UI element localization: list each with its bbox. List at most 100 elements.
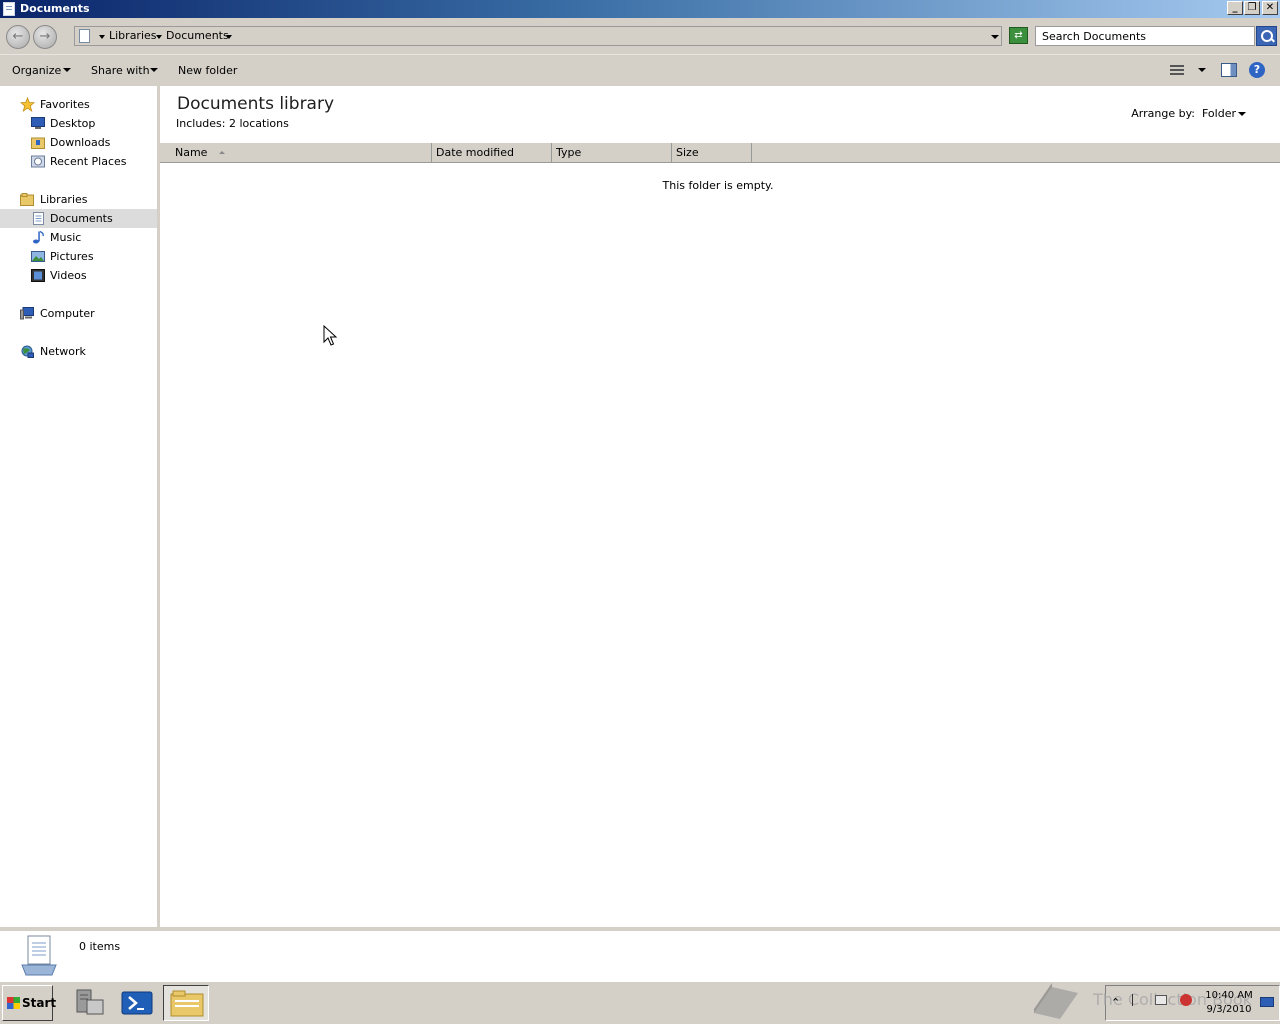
title-bar[interactable]: Documents _ ❐ ✕: [0, 0, 1280, 18]
nav-desktop[interactable]: Desktop: [0, 114, 157, 133]
chevron-down-icon[interactable]: [150, 68, 158, 72]
chevron-down-icon[interactable]: [226, 35, 232, 39]
network-icon: [21, 345, 34, 358]
documents-icon: [33, 212, 44, 225]
column-header-date-modified[interactable]: Date modified: [432, 143, 552, 163]
history-dropdown-icon[interactable]: [991, 35, 999, 39]
star-icon: [20, 97, 35, 112]
nav-downloads[interactable]: Downloads: [0, 133, 157, 152]
forward-button[interactable]: →: [33, 25, 57, 49]
documents-library-icon: [3, 2, 15, 16]
nav-music[interactable]: Music: [0, 228, 157, 247]
nav-recent-places-label: Recent Places: [50, 155, 127, 168]
arrange-by-dropdown[interactable]: Folder: [1202, 107, 1236, 120]
clock-date: 9/3/2010: [1206, 1004, 1252, 1015]
folder-icon: [170, 990, 204, 1017]
preview-pane-icon[interactable]: [1221, 63, 1237, 77]
nav-libraries-label: Libraries: [40, 193, 88, 206]
chevron-down-icon[interactable]: [99, 35, 105, 39]
share-with-button[interactable]: Share with: [91, 64, 150, 77]
help-icon[interactable]: ?: [1249, 62, 1265, 78]
downloads-folder-icon: [31, 137, 45, 149]
music-note-icon: [33, 231, 44, 244]
show-hidden-icons-icon[interactable]: ⌃: [1111, 996, 1120, 1009]
taskbar-windows-explorer[interactable]: [163, 985, 209, 1021]
organize-button[interactable]: Organize: [12, 64, 61, 77]
nav-desktop-label: Desktop: [50, 117, 96, 130]
nav-network-label: Network: [40, 345, 86, 358]
breadcrumb-documents[interactable]: Documents: [166, 29, 229, 42]
nav-music-label: Music: [50, 231, 82, 244]
computer-icon: [20, 307, 34, 320]
new-folder-button[interactable]: New folder: [178, 64, 237, 77]
documents-library-icon: [21, 935, 57, 976]
book-watermark-icon: [1034, 983, 1078, 1019]
nav-videos-label: Videos: [50, 269, 87, 282]
column-header-label: Size: [676, 146, 699, 159]
system-clock[interactable]: 10:40 AM 9/3/2010: [1203, 989, 1255, 1017]
back-button[interactable]: ←: [6, 25, 30, 49]
file-list-area[interactable]: Documents library Includes: 2 locations …: [160, 86, 1280, 927]
nav-documents[interactable]: Documents: [0, 209, 157, 228]
address-row: ← → Libraries Documents ⇄ Search Documen…: [0, 18, 1280, 54]
command-bar: Organize Share with New folder ?: [0, 54, 1280, 86]
navigation-pane: Favorites Desktop Downloads Recent Place…: [0, 86, 157, 927]
nav-computer[interactable]: Computer: [0, 304, 157, 323]
recent-places-icon: [31, 155, 45, 168]
arrange-by-label: Arrange by:: [1131, 107, 1195, 120]
nav-pictures-label: Pictures: [50, 250, 94, 263]
taskbar: Start The Collection Book ⌃ 10:40 AM 9/3…: [0, 981, 1280, 1024]
item-count: 0 items: [79, 940, 121, 953]
server-manager-icon: [76, 989, 104, 1015]
column-header-label: Date modified: [436, 146, 514, 159]
taskbar-powershell[interactable]: [114, 985, 160, 1021]
nav-network[interactable]: Network: [0, 342, 157, 361]
documents-icon: [79, 29, 90, 43]
clock-time: 10:40 AM: [1205, 990, 1253, 1001]
start-button[interactable]: Start: [2, 985, 57, 1021]
nav-computer-label: Computer: [40, 307, 95, 320]
search-input[interactable]: Search Documents: [1035, 26, 1255, 46]
taskbar-server-manager[interactable]: [66, 985, 112, 1021]
nav-documents-label: Documents: [50, 212, 113, 225]
mouse-cursor-icon: [323, 325, 337, 346]
action-center-flag-icon[interactable]: [1132, 994, 1142, 1006]
column-header-name[interactable]: Name: [171, 143, 432, 163]
refresh-button[interactable]: ⇄: [1009, 27, 1028, 44]
restore-button[interactable]: ❐: [1244, 1, 1260, 15]
change-view-icon[interactable]: [1170, 65, 1184, 77]
breadcrumb-libraries[interactable]: Libraries: [109, 29, 157, 42]
empty-folder-message: This folder is empty.: [662, 179, 774, 192]
chevron-down-icon[interactable]: [63, 68, 71, 72]
desktop-icon: [31, 117, 45, 129]
chevron-down-icon[interactable]: [156, 35, 162, 39]
nav-favorites[interactable]: Favorites: [0, 95, 157, 114]
libraries-icon: [20, 193, 34, 206]
details-pane: 0 items: [0, 927, 1280, 981]
column-header-label: Type: [556, 146, 582, 159]
address-bar[interactable]: Libraries Documents: [74, 26, 1002, 46]
window-title: Documents: [20, 2, 90, 15]
minimize-button[interactable]: _: [1227, 1, 1243, 15]
windows-logo-icon: [7, 997, 20, 1009]
network-tray-icon[interactable]: [1155, 995, 1167, 1005]
nav-videos[interactable]: Videos: [0, 266, 157, 285]
volume-muted-icon[interactable]: [1180, 994, 1192, 1006]
close-button[interactable]: ✕: [1262, 1, 1278, 15]
nav-pictures[interactable]: Pictures: [0, 247, 157, 266]
search-icon[interactable]: [1256, 26, 1277, 46]
column-header-size[interactable]: Size: [672, 143, 752, 163]
start-label: Start: [22, 996, 57, 1010]
chevron-down-icon[interactable]: [1198, 68, 1206, 72]
nav-favorites-label: Favorites: [40, 98, 90, 111]
nav-downloads-label: Downloads: [50, 136, 111, 149]
show-desktop-icon[interactable]: [1260, 997, 1274, 1007]
column-header-label: Name: [175, 146, 208, 159]
chevron-down-icon[interactable]: [1238, 112, 1246, 116]
nav-libraries[interactable]: Libraries: [0, 190, 157, 209]
powershell-icon: [121, 991, 153, 1015]
column-header-row: Name Date modified Type Size: [160, 142, 1280, 163]
column-header-type[interactable]: Type: [552, 143, 672, 163]
library-locations-link[interactable]: Includes: 2 locations: [176, 117, 289, 130]
nav-recent-places[interactable]: Recent Places: [0, 152, 157, 171]
